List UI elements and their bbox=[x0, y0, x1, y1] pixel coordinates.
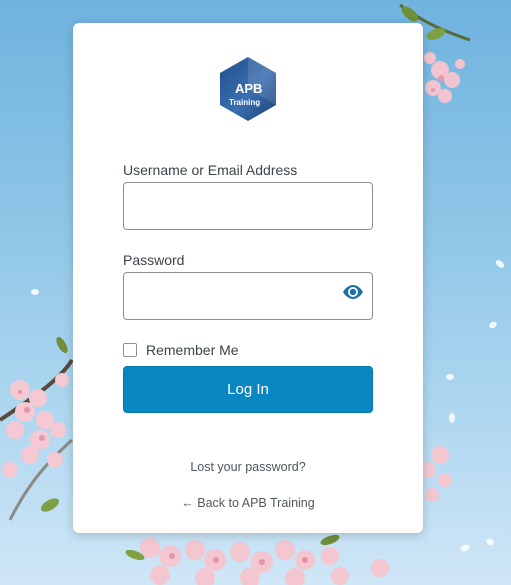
eye-icon bbox=[343, 285, 363, 299]
username-input[interactable] bbox=[123, 182, 373, 230]
logo-text-bottom: Training bbox=[229, 98, 260, 107]
password-label: Password bbox=[123, 252, 185, 268]
remember-me-row: Remember Me bbox=[123, 341, 239, 359]
login-button[interactable]: Log In bbox=[123, 366, 373, 413]
site-logo[interactable]: APB Training bbox=[218, 56, 278, 122]
back-to-site-link[interactable]: ← Back to APB Training bbox=[73, 496, 423, 510]
login-card: APB Training Username or Email Address P… bbox=[73, 23, 423, 533]
password-input[interactable] bbox=[123, 272, 373, 320]
apb-training-logo-icon: APB Training bbox=[220, 57, 276, 121]
lost-password-link[interactable]: Lost your password? bbox=[73, 460, 423, 474]
show-password-button[interactable] bbox=[339, 281, 367, 303]
logo-text-top: APB bbox=[235, 81, 262, 96]
remember-me-label[interactable]: Remember Me bbox=[146, 342, 239, 358]
username-label: Username or Email Address bbox=[123, 162, 298, 178]
remember-me-checkbox[interactable] bbox=[123, 343, 137, 357]
